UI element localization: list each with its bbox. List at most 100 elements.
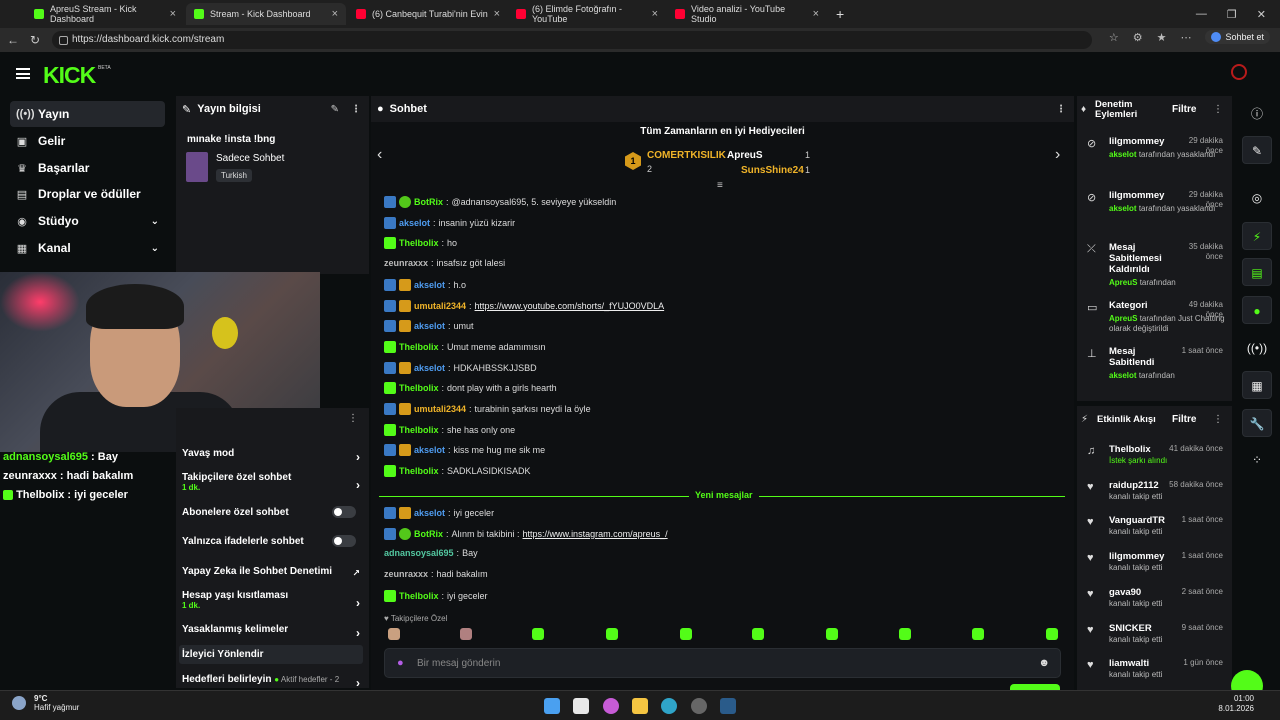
gifter-name[interactable]: ApreuS: [727, 150, 763, 161]
emote-icon[interactable]: [1046, 628, 1058, 640]
chat-bubble-icon[interactable]: ●: [1242, 296, 1272, 324]
subscribers-only-toggle[interactable]: [332, 506, 356, 518]
copilot-button[interactable]: Sohbet et: [1205, 30, 1270, 44]
close-icon[interactable]: ×: [652, 8, 658, 20]
chat-username[interactable]: Thelbolix: [399, 466, 439, 476]
minimize-icon[interactable]: —: [1196, 8, 1207, 20]
emote-icon[interactable]: [606, 628, 618, 640]
chat-username[interactable]: BotRix: [414, 197, 443, 207]
moderator-name[interactable]: akselot: [1109, 204, 1137, 213]
emote-icon[interactable]: [752, 628, 764, 640]
wrench-icon[interactable]: 🔧: [1242, 409, 1272, 437]
emote-icon[interactable]: [532, 628, 544, 640]
edit-icon[interactable]: ✎: [1242, 136, 1272, 164]
chat-username[interactable]: Thelbolix: [399, 591, 439, 601]
document-icon[interactable]: ▤: [1242, 258, 1272, 286]
setting-account-age[interactable]: Hesap yaşı kısıtlaması 1 dk. ›: [182, 590, 362, 610]
more-icon[interactable]: ⋮: [1213, 414, 1223, 425]
chat-username[interactable]: zeunraxxx: [384, 258, 428, 268]
setting-banned-words[interactable]: Yasaklanmış kelimeler ›: [182, 624, 362, 640]
chat-username[interactable]: adnansoysal695: [384, 548, 454, 558]
chat-username[interactable]: Thelbolix: [399, 342, 439, 352]
setting-emotes-only[interactable]: Yalnızca ifadelerle sohbet: [182, 535, 362, 547]
emote-icon[interactable]: [680, 628, 692, 640]
chat-username[interactable]: umutali2344: [414, 404, 466, 414]
chat-username[interactable]: BotRix: [414, 529, 443, 539]
category-name[interactable]: Sadece Sohbet: [216, 153, 284, 164]
info-icon[interactable]: ⓘ: [1242, 100, 1272, 128]
layout-icon[interactable]: ▦: [1242, 371, 1272, 399]
chat-username[interactable]: Thelbolix: [399, 383, 439, 393]
user-avatar-icon[interactable]: [1231, 64, 1247, 80]
setting-slow-mode[interactable]: Yavaş mod ›: [182, 448, 362, 464]
edit-icon[interactable]: ✎: [331, 104, 339, 115]
moderator-name[interactable]: akselot: [1109, 150, 1137, 159]
chat-input[interactable]: ● Bir mesaj gönderin ☻: [384, 648, 1061, 678]
chat-username[interactable]: Thelbolix: [399, 238, 439, 248]
taskbar-clock[interactable]: 01:00 8.01.2026: [1218, 694, 1254, 714]
emoji-icon[interactable]: ☻: [1038, 657, 1050, 669]
star-icon[interactable]: ☆: [1109, 31, 1119, 44]
filter-icon[interactable]: ≡: [717, 180, 723, 191]
back-icon[interactable]: ←: [2, 33, 24, 47]
weather-widget[interactable]: 9°C Hafif yağmur: [12, 694, 79, 712]
broadcast-icon[interactable]: ((•)): [1242, 334, 1272, 362]
setting-subscribers-only[interactable]: Abonelere özel sohbet: [182, 506, 362, 518]
close-window-icon[interactable]: ✕: [1257, 8, 1266, 21]
obs-icon[interactable]: [691, 698, 707, 714]
close-icon[interactable]: ×: [494, 8, 500, 20]
maximize-icon[interactable]: ❐: [1227, 8, 1237, 21]
chat-username[interactable]: zeunraxxx: [384, 569, 428, 579]
chat-username[interactable]: akselot: [414, 280, 445, 290]
sidebar-item-droplar[interactable]: ▤ Droplar ve ödüller: [10, 181, 165, 207]
setting-followers-only[interactable]: Takipçilere özel sohbet 1 dk. ›: [182, 472, 362, 492]
more-icon[interactable]: ⋮: [1056, 104, 1066, 115]
edge-icon[interactable]: [661, 698, 677, 714]
chat-username[interactable]: umutali2344: [414, 301, 466, 311]
setting-ai-moderation[interactable]: Yapay Zeka ile Sohbet Denetimi ↗: [182, 566, 362, 578]
browser-tab[interactable]: ApreuS Stream - Kick Dashboard ×: [26, 3, 184, 25]
new-tab-button[interactable]: +: [828, 3, 848, 25]
emote-icon[interactable]: [899, 628, 911, 640]
setting-raid[interactable]: İzleyici Yönlendir: [179, 645, 363, 664]
filter-button[interactable]: Filtre: [1172, 104, 1196, 115]
moderator-name[interactable]: ApreuS: [1109, 314, 1137, 323]
apps-icon[interactable]: ⁘: [1242, 446, 1272, 474]
gifter-name[interactable]: COMERTKISILIK: [647, 150, 726, 161]
gifter-name[interactable]: SunsShine24: [741, 165, 804, 176]
emotes-only-toggle[interactable]: [332, 535, 356, 547]
lightning-icon[interactable]: ⚡: [1242, 222, 1272, 250]
copilot-app-icon[interactable]: [603, 698, 619, 714]
more-icon[interactable]: ⋮: [351, 104, 361, 115]
browser-tab-active[interactable]: Stream - Kick Dashboard ×: [186, 3, 346, 25]
more-icon[interactable]: ⋯: [1180, 31, 1191, 44]
close-icon[interactable]: ×: [813, 8, 819, 20]
emote-icon[interactable]: [826, 628, 838, 640]
file-explorer-icon[interactable]: [632, 698, 648, 714]
moderator-name[interactable]: ApreuS: [1109, 278, 1137, 287]
more-icon[interactable]: ⋮: [1213, 104, 1223, 115]
chevron-left-icon[interactable]: ‹: [377, 146, 382, 164]
sidebar-item-basarilar[interactable]: ♛ Başarılar: [10, 155, 165, 181]
browser-tab[interactable]: Video analizi - YouTube Studio ×: [667, 3, 827, 25]
sidebar-item-yayin[interactable]: ((•)) Yayın: [10, 101, 165, 127]
sidebar-item-studyo[interactable]: ◉ Stüdyo ⌄: [10, 208, 165, 234]
sidebar-item-gelir[interactable]: ▣ Gelir: [10, 128, 165, 154]
menu-icon[interactable]: [16, 68, 30, 79]
chat-link[interactable]: https://www.instagram.com/apreus_/: [523, 529, 668, 539]
extensions-icon[interactable]: ⚙: [1133, 31, 1143, 44]
browser-tab[interactable]: (6) Canbequit Turabi'nin Evinin Yar ×: [348, 3, 508, 25]
emote-icon[interactable]: [460, 628, 472, 640]
chat-username[interactable]: akselot: [414, 508, 445, 518]
browser-tab[interactable]: (6) Elimde Fotoğrafın - YouTube ×: [508, 3, 666, 25]
emote-icon[interactable]: [972, 628, 984, 640]
chat-link[interactable]: https://www.youtube.com/shorts/_fYUJO0VD…: [475, 301, 665, 311]
chat-username[interactable]: akselot: [414, 445, 445, 455]
kick-logo[interactable]: KICK: [43, 62, 96, 89]
filter-button[interactable]: Filtre: [1172, 414, 1196, 425]
refresh-icon[interactable]: ↻: [24, 33, 46, 47]
chat-username[interactable]: akselot: [414, 363, 445, 373]
favorites-icon[interactable]: ★: [1157, 31, 1167, 44]
close-icon[interactable]: ×: [332, 8, 338, 20]
moderator-name[interactable]: akselot: [1109, 371, 1137, 380]
